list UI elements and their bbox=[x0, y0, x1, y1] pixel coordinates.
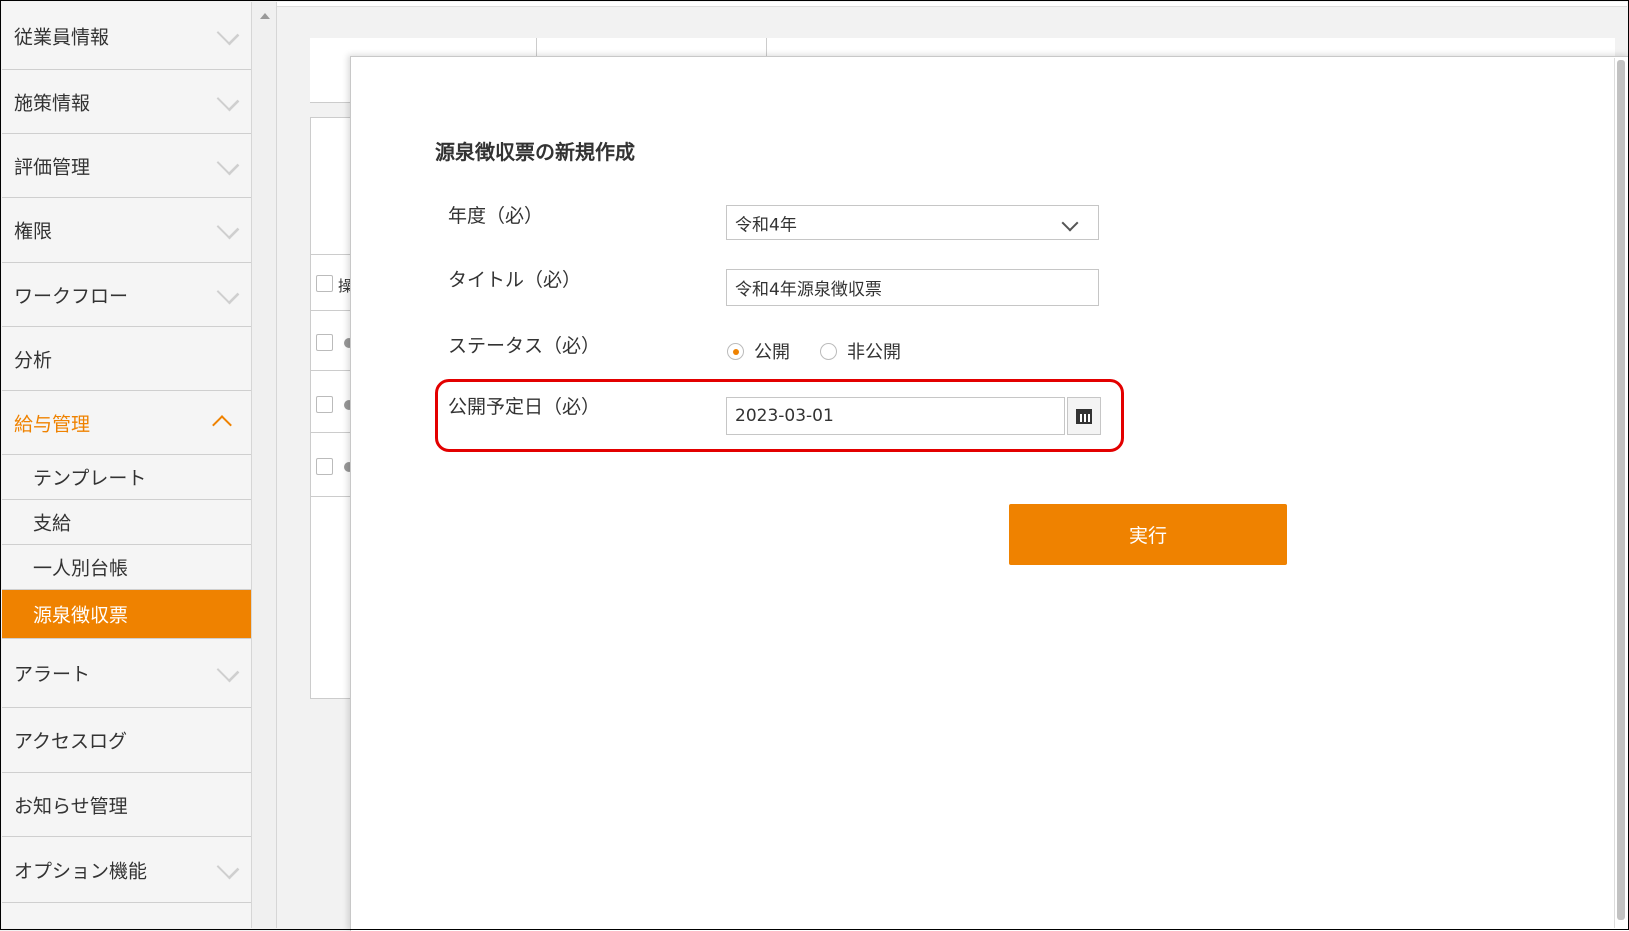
create-withholding-slip-dialog bbox=[350, 56, 1629, 931]
publish-date-input[interactable] bbox=[726, 397, 1065, 435]
sidebar-subitem-template[interactable]: テンプレート bbox=[2, 455, 251, 500]
chevron-down-icon bbox=[216, 856, 240, 879]
sidebar-subitem-label: 一人別台帳 bbox=[33, 557, 129, 580]
sidebar-item-access-log[interactable]: アクセスログ bbox=[2, 708, 251, 773]
chevron-down-icon bbox=[216, 88, 240, 111]
sidebar-subitem-payment[interactable]: 支給 bbox=[2, 500, 251, 545]
year-select-value: 令和4年 bbox=[735, 215, 797, 235]
sidebar-item-label: オプション機能 bbox=[14, 860, 148, 882]
dialog-scrollbar[interactable] bbox=[1614, 58, 1628, 928]
scroll-up-arrow-icon[interactable] bbox=[260, 13, 270, 19]
radio-private[interactable] bbox=[820, 342, 837, 360]
calendar-button[interactable] bbox=[1067, 397, 1101, 435]
sidebar-subitem-label: 支給 bbox=[33, 512, 72, 535]
chevron-down-icon bbox=[1061, 214, 1079, 232]
sidebar-item-measures[interactable]: 施策情報 bbox=[2, 70, 251, 134]
scrollbar-thumb[interactable] bbox=[1617, 60, 1625, 920]
status-radio-private[interactable]: 非公開 bbox=[820, 339, 901, 363]
sidebar-subitem-ledger[interactable]: 一人別台帳 bbox=[2, 545, 251, 590]
background-checkbox[interactable] bbox=[316, 275, 333, 292]
sidebar-item-label: 施策情報 bbox=[14, 92, 91, 114]
chevron-up-icon bbox=[212, 414, 232, 435]
sidebar-item-workflow[interactable]: ワークフロー bbox=[2, 263, 251, 327]
sidebar-item-options[interactable]: オプション機能 bbox=[2, 837, 251, 903]
sidebar-item-label: 分析 bbox=[14, 349, 53, 371]
title-input[interactable] bbox=[726, 269, 1099, 306]
chevron-down-icon bbox=[216, 281, 240, 304]
year-select[interactable]: 令和4年 bbox=[726, 205, 1099, 240]
sidebar-item-label: 権限 bbox=[14, 220, 53, 243]
calendar-icon bbox=[1076, 409, 1092, 424]
execute-button[interactable]: 実行 bbox=[1009, 504, 1287, 565]
sidebar-subitem-withholding-slip[interactable]: 源泉徴収票 bbox=[2, 590, 251, 639]
sidebar-item-label: 評価管理 bbox=[14, 156, 91, 178]
background-top-bar bbox=[277, 2, 1627, 7]
background-checkbox[interactable] bbox=[316, 458, 333, 475]
sidebar-item-label: アラート bbox=[14, 663, 91, 686]
sidebar-item-label: 従業員情報 bbox=[14, 26, 110, 48]
sidebar-item-label: アクセスログ bbox=[14, 730, 128, 753]
chevron-down-icon bbox=[216, 152, 240, 175]
sidebar-item-alerts[interactable]: アラート bbox=[2, 639, 251, 708]
background-checkbox[interactable] bbox=[316, 396, 333, 413]
sidebar-item-label: ワークフロー bbox=[14, 285, 129, 307]
radio-public[interactable] bbox=[727, 342, 744, 360]
column-divider bbox=[766, 38, 767, 56]
sidebar-item-label: 給与管理 bbox=[14, 413, 91, 435]
status-label: ステータス（必） bbox=[448, 335, 601, 357]
chevron-down-icon bbox=[216, 216, 240, 240]
background-checkbox[interactable] bbox=[316, 334, 333, 351]
sidebar-subitem-label: テンプレート bbox=[33, 467, 147, 490]
sidebar-item-notice-management[interactable]: お知らせ管理 bbox=[2, 773, 251, 837]
title-label: タイトル（必） bbox=[448, 269, 582, 291]
chevron-down-icon bbox=[216, 22, 240, 45]
sidebar-item-evaluation[interactable]: 評価管理 bbox=[2, 134, 251, 198]
sidebar-subitem-label: 源泉徴収票 bbox=[33, 604, 129, 627]
radio-private-label: 非公開 bbox=[847, 342, 901, 363]
sidebar: 従業員情報 施策情報 評価管理 権限 ワークフロー 分析 給与管理 テンプレート… bbox=[2, 2, 252, 928]
radio-public-label: 公開 bbox=[754, 342, 790, 363]
chevron-down-icon bbox=[216, 659, 240, 683]
year-label: 年度（必） bbox=[448, 205, 544, 227]
sidebar-item-employee-info[interactable]: 従業員情報 bbox=[2, 2, 251, 70]
status-radio-public[interactable]: 公開 bbox=[727, 339, 790, 363]
sidebar-item-label: お知らせ管理 bbox=[14, 795, 128, 817]
sidebar-item-payroll[interactable]: 給与管理 bbox=[2, 391, 251, 455]
publish-date-label: 公開予定日（必） bbox=[448, 396, 601, 418]
sidebar-scrollbar[interactable] bbox=[252, 2, 277, 928]
sidebar-item-permissions[interactable]: 権限 bbox=[2, 198, 251, 263]
dialog-title: 源泉徴収票の新規作成 bbox=[435, 140, 635, 164]
column-divider bbox=[536, 38, 537, 56]
sidebar-item-analysis[interactable]: 分析 bbox=[2, 327, 251, 391]
